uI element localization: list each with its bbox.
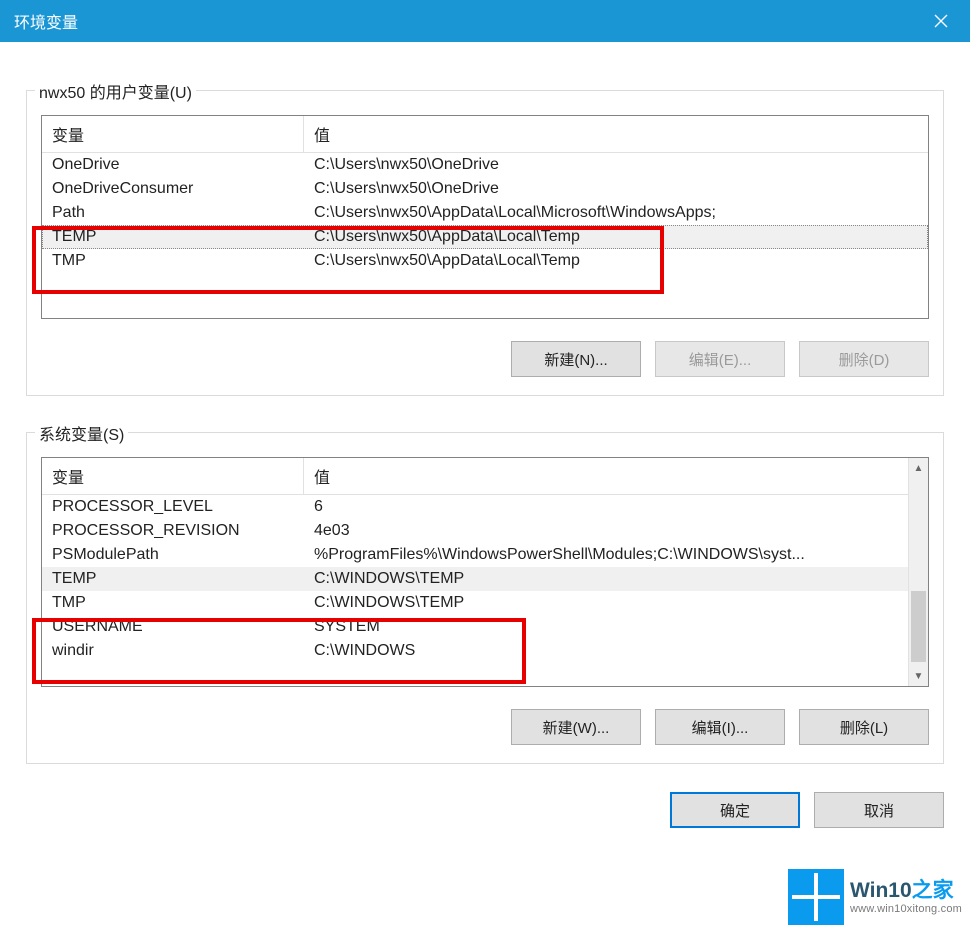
window-title: 环境变量	[14, 9, 912, 33]
cancel-button[interactable]: 取消	[814, 792, 944, 828]
table-row-selected[interactable]: TEMP C:\WINDOWS\TEMP	[42, 567, 908, 591]
column-value[interactable]: 值	[304, 458, 928, 494]
table-row[interactable]: PROCESSOR_LEVEL 6	[42, 495, 908, 519]
scroll-track[interactable]	[909, 478, 928, 666]
system-new-button[interactable]: 新建(W)...	[511, 709, 641, 745]
close-button[interactable]	[912, 0, 970, 42]
watermark-url: www.win10xitong.com	[850, 903, 962, 916]
watermark-brand: Win10之家	[850, 878, 962, 903]
table-row[interactable]: windir C:\WINDOWS	[42, 639, 908, 663]
user-list-header: 变量 值	[42, 116, 928, 153]
user-edit-button[interactable]: 编辑(E)...	[655, 341, 785, 377]
column-value[interactable]: 值	[304, 116, 928, 152]
ok-button[interactable]: 确定	[670, 792, 800, 828]
table-row[interactable]: TMP C:\Users\nwx50\AppData\Local\Temp	[42, 249, 928, 273]
scroll-up-icon[interactable]: ▲	[909, 458, 928, 478]
user-delete-button[interactable]: 删除(D)	[799, 341, 929, 377]
table-row[interactable]: USERNAME SYSTEM	[42, 615, 908, 639]
user-new-button[interactable]: 新建(N)...	[511, 341, 641, 377]
user-variables-group: nwx50 的用户变量(U) 变量 值 OneDrive C:\Users\nw…	[26, 90, 944, 396]
system-variables-group: 系统变量(S) 变量 值 PROCESSOR_LEVEL 6 PROCESSOR…	[26, 432, 944, 764]
system-variables-list[interactable]: 变量 值 PROCESSOR_LEVEL 6 PROCESSOR_REVISIO…	[41, 457, 929, 687]
table-row[interactable]: PROCESSOR_REVISION 4e03	[42, 519, 908, 543]
column-variable[interactable]: 变量	[42, 458, 304, 494]
user-variables-list[interactable]: 变量 值 OneDrive C:\Users\nwx50\OneDrive On…	[41, 115, 929, 319]
system-list-header: 变量 值	[42, 458, 928, 495]
windows-logo-icon	[788, 869, 844, 925]
system-edit-button[interactable]: 编辑(I)...	[655, 709, 785, 745]
table-row[interactable]: OneDriveConsumer C:\Users\nwx50\OneDrive	[42, 177, 928, 201]
title-bar: 环境变量	[0, 0, 970, 42]
close-icon	[934, 14, 948, 28]
table-row[interactable]: Path C:\Users\nwx50\AppData\Local\Micros…	[42, 201, 928, 225]
system-delete-button[interactable]: 删除(L)	[799, 709, 929, 745]
scroll-down-icon[interactable]: ▼	[909, 666, 928, 686]
column-variable[interactable]: 变量	[42, 116, 304, 152]
table-row[interactable]: PSModulePath %ProgramFiles%\WindowsPower…	[42, 543, 908, 567]
table-row[interactable]: OneDrive C:\Users\nwx50\OneDrive	[42, 153, 928, 177]
table-row-selected[interactable]: TEMP C:\Users\nwx50\AppData\Local\Temp	[42, 225, 928, 249]
scroll-thumb[interactable]	[911, 591, 926, 662]
user-group-legend: nwx50 的用户变量(U)	[35, 79, 196, 103]
watermark: Win10之家 www.win10xitong.com	[788, 869, 962, 925]
table-row[interactable]: TMP C:\WINDOWS\TEMP	[42, 591, 908, 615]
system-group-legend: 系统变量(S)	[35, 421, 128, 445]
vertical-scrollbar[interactable]: ▲ ▼	[908, 458, 928, 686]
